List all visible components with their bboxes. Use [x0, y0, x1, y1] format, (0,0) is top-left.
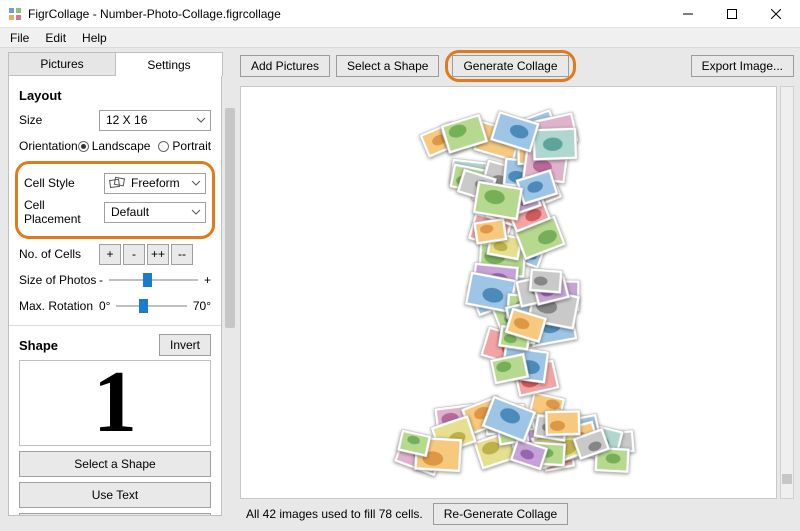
status-bar: All 42 images used to fill 78 cells. Re-…	[240, 499, 794, 525]
menu-file[interactable]: File	[4, 30, 35, 46]
no-cells-label: No. of Cells	[19, 247, 99, 261]
radio-label: Landscape	[92, 139, 151, 153]
status-text: All 42 images used to fill 78 cells.	[246, 507, 423, 521]
shape-heading: Shape	[19, 338, 159, 353]
highlighted-cell-group: Cell Style Freeform Cell Placement Defau…	[15, 161, 215, 239]
size-photos-label: Size of Photos	[19, 273, 99, 287]
cell-placement-value: Default	[111, 205, 149, 219]
canvas-scrollbar[interactable]	[780, 86, 794, 499]
radio-label: Portrait	[172, 139, 211, 153]
collage-preview	[241, 87, 776, 498]
cell-style-label: Cell Style	[24, 176, 104, 190]
use-picture-button[interactable]: Use Picture	[19, 513, 211, 516]
collage-canvas[interactable]	[240, 86, 777, 499]
tab-pictures[interactable]: Pictures	[8, 52, 116, 76]
menubar: File Edit Help	[0, 28, 800, 48]
chevron-down-icon	[191, 177, 201, 192]
cells-plusplus-button[interactable]: ++	[147, 244, 169, 265]
cell-placement-select[interactable]: Default	[104, 202, 206, 223]
select-shape-button-top[interactable]: Select a Shape	[336, 55, 439, 77]
orientation-label: Orientation	[19, 139, 78, 153]
generate-collage-button[interactable]: Generate Collage	[452, 55, 568, 77]
layout-heading: Layout	[19, 88, 211, 103]
slider-max: 70°	[193, 299, 211, 313]
regenerate-button[interactable]: Re-Generate Collage	[433, 503, 568, 525]
menu-help[interactable]: Help	[76, 30, 113, 46]
panel-scrollbar[interactable]	[222, 48, 238, 531]
tab-settings[interactable]: Settings	[115, 52, 223, 76]
close-button[interactable]	[754, 0, 798, 28]
maximize-button[interactable]	[710, 0, 754, 28]
cell-style-select[interactable]: Freeform	[104, 173, 206, 194]
left-panel: Pictures Settings Layout Size 12 X 16 Or…	[0, 48, 222, 531]
window-title: FigrCollage - Number-Photo-Collage.figrc…	[28, 7, 281, 21]
cells-plus-button[interactable]: +	[99, 244, 121, 265]
cells-minus-button[interactable]: -	[123, 244, 145, 265]
size-value: 12 X 16	[106, 113, 147, 127]
invert-button[interactable]: Invert	[159, 334, 211, 356]
size-photos-slider[interactable]	[109, 271, 198, 289]
app-icon	[8, 7, 22, 21]
generate-highlight: Generate Collage	[445, 50, 575, 82]
cell-placement-label: Cell Placement	[24, 198, 104, 226]
size-label: Size	[19, 113, 99, 127]
add-pictures-button[interactable]: Add Pictures	[240, 55, 330, 77]
tab-label: Pictures	[40, 57, 83, 71]
tabs: Pictures Settings	[8, 52, 222, 76]
select-shape-button[interactable]: Select a Shape	[19, 451, 211, 477]
minimize-button[interactable]	[666, 0, 710, 28]
radio-dot	[158, 141, 169, 152]
slider-max: +	[204, 273, 211, 287]
orientation-landscape-radio[interactable]: Landscape	[78, 139, 151, 153]
freeform-icon	[109, 176, 125, 195]
use-text-button[interactable]: Use Text	[19, 482, 211, 508]
export-image-button[interactable]: Export Image...	[691, 55, 794, 77]
chevron-down-icon	[196, 114, 206, 129]
cell-style-value: Freeform	[131, 176, 180, 190]
titlebar: FigrCollage - Number-Photo-Collage.figrc…	[0, 0, 800, 28]
slider-min: -	[99, 273, 103, 287]
orientation-portrait-radio[interactable]: Portrait	[158, 139, 211, 153]
radio-dot-on	[78, 141, 89, 152]
size-select[interactable]: 12 X 16	[99, 110, 211, 131]
max-rotation-slider[interactable]	[116, 297, 186, 315]
shape-glyph: 1	[93, 359, 137, 447]
shape-preview: 1	[19, 360, 211, 446]
menu-edit[interactable]: Edit	[39, 30, 72, 46]
tab-label: Settings	[147, 58, 190, 72]
slider-min: 0°	[99, 299, 110, 313]
cells-minusminus-button[interactable]: --	[171, 244, 193, 265]
toolbar: Add Pictures Select a Shape Generate Col…	[240, 52, 794, 80]
chevron-down-icon	[191, 206, 201, 221]
max-rotation-label: Max. Rotation	[19, 299, 99, 313]
